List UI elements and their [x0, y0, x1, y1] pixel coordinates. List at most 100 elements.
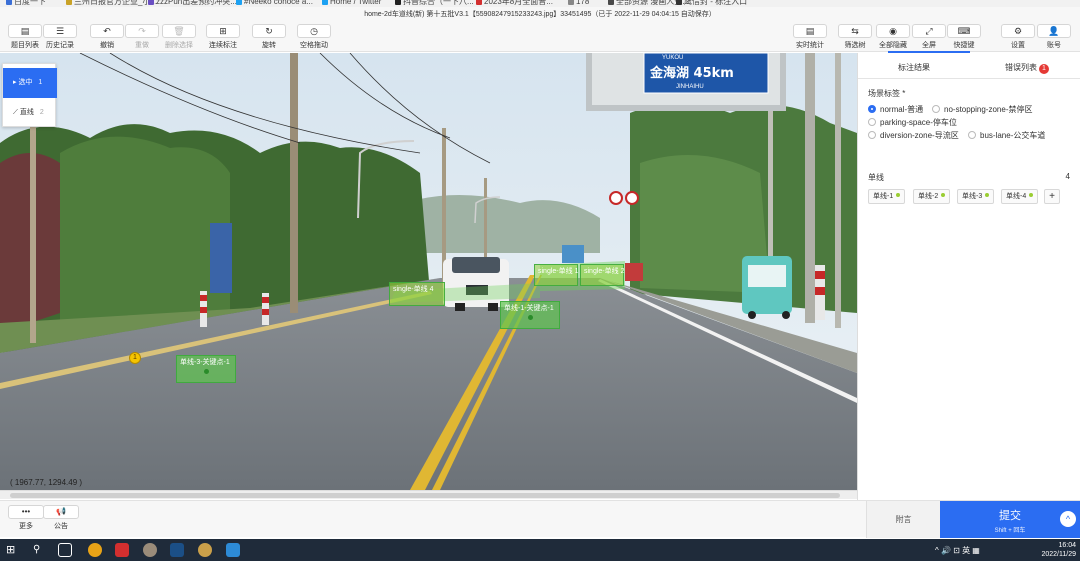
scene-radio-normal[interactable]: normal-普通 — [868, 104, 923, 115]
undo-icon: ↶ — [90, 24, 124, 38]
bookmark-label: zzzPun出差预约冲突... — [156, 0, 237, 6]
notice-button[interactable]: 📢 公告 — [43, 505, 79, 531]
tool-line[interactable]: ⟋ 直线 2 — [3, 98, 57, 128]
bookmark-item[interactable]: 2023年8月全面普... — [476, 0, 553, 7]
lane-label-text: 单线-3-关键点-1 — [180, 359, 230, 366]
filter-icon: ⇆ — [838, 24, 872, 38]
chip-label: 单线-4 — [1006, 193, 1027, 200]
wps-icon[interactable] — [115, 543, 129, 557]
steam-icon[interactable] — [170, 543, 184, 557]
point-marker[interactable]: 1 — [129, 352, 141, 364]
right-panel: 标注结果 错误列表 1 场景标签 * normal-普通 no-stopping-… — [857, 51, 1080, 501]
filter-tree-button[interactable]: ⇆ 筛选树 — [838, 24, 872, 50]
clock-date: 2022/11/29 — [1041, 551, 1076, 558]
search-icon[interactable]: ⚲ — [33, 543, 47, 557]
button-label: 旋转 — [262, 42, 276, 49]
tool-count: 2 — [39, 109, 44, 116]
space-drag-button[interactable]: ◷ 空格拖动 — [297, 24, 331, 50]
bookmark-item[interactable]: 百度一下 — [6, 0, 46, 7]
scrollbar-thumb[interactable] — [10, 493, 840, 498]
lane-label-box[interactable]: single-单线 1 — [534, 264, 578, 286]
keypoint-dot[interactable] — [203, 369, 209, 374]
app-icon[interactable] — [143, 543, 157, 557]
windows-start-icon[interactable]: ⊞ — [6, 543, 20, 557]
history-button[interactable]: ☰ 历史记录 — [43, 24, 77, 50]
bottom-bar: ••• 更多 📢 公告 附言 提交 Shift + 回车 ^ — [0, 500, 1080, 538]
undo-button[interactable]: ↶ 撤销 — [90, 24, 124, 50]
bookmark-item[interactable]: 178 — [568, 0, 589, 7]
note-button[interactable]: 附言 — [866, 501, 940, 538]
bookmark-favicon-icon — [568, 0, 574, 5]
hide-all-button[interactable]: ◉ 全部隐藏 — [876, 24, 910, 50]
delete-selection-button[interactable]: 🗑 删除选择 — [162, 24, 196, 50]
bookmark-item[interactable]: 抖音综合（一下八... — [395, 0, 474, 7]
line-chip[interactable]: 单线-1 — [868, 189, 906, 204]
scene-radio-no-stopping[interactable]: no-stopping-zone-禁停区 — [932, 104, 1032, 115]
bookmark-item[interactable]: #Neeko conoce a... — [236, 0, 313, 7]
tool-panel: ▸ 选中 1 ⟋ 直线 2 — [2, 63, 57, 128]
button-label: 设置 — [1011, 42, 1025, 49]
button-label: 公告 — [54, 523, 68, 530]
rotate-button[interactable]: ↻ 旋转 — [252, 24, 286, 50]
chevron-up-icon[interactable]: ^ — [1060, 511, 1076, 527]
chip-label: 单线-2 — [918, 193, 939, 200]
lane-label-text: single-单线 4 — [393, 286, 434, 293]
tab-error-list[interactable]: 错误列表 1 — [1005, 62, 1049, 74]
bookmark-item[interactable]: 兰州日报官方企业_小... — [66, 0, 157, 7]
lane-label-box[interactable]: single-单线 4 — [389, 282, 445, 306]
keypoint-dot[interactable] — [527, 315, 533, 320]
lane-label-box[interactable]: single-单线 2 — [580, 264, 624, 286]
fullscreen-button[interactable]: ⤢ 全屏 — [912, 24, 946, 50]
lines-title: 单线 — [868, 173, 884, 182]
button-label: 全屏 — [922, 42, 936, 49]
continuous-annotate-button[interactable]: ⊞ 连续标注 — [206, 24, 240, 50]
button-label: 快捷键 — [953, 42, 975, 49]
line-chip[interactable]: 单线-4 — [1001, 189, 1039, 204]
cursor-coordinate: ( 1967.77, 1294.49 ) — [10, 478, 83, 487]
app-title: home-2d车道线(新) 第十五批V3.1【55908247915233243… — [364, 11, 716, 18]
bookmark-item[interactable]: 鹰信封 - 标注入口 — [676, 0, 747, 7]
submit-label: 提交 — [999, 510, 1021, 522]
system-tray-icons[interactable]: ^ 🔊 ⊡ 英 ▦ — [935, 545, 980, 556]
line-chip[interactable]: 单线-2 — [913, 189, 951, 204]
radio-circle — [868, 131, 876, 139]
settings-button[interactable]: ⚙ 设置 — [1001, 24, 1035, 50]
user-icon: 👤 — [1037, 24, 1071, 38]
tool-select[interactable]: ▸ 选中 1 — [3, 68, 57, 98]
sign-bottom-text: JINHAIHU — [676, 84, 704, 90]
game-icon[interactable] — [198, 543, 212, 557]
button-label: 筛选树 — [844, 42, 866, 49]
account-button[interactable]: 👤 账号 — [1037, 24, 1071, 50]
shortcuts-button[interactable]: ⌨ 快捷键 — [947, 24, 981, 50]
more-button[interactable]: ••• 更多 — [8, 505, 44, 531]
add-line-button[interactable]: + — [1044, 189, 1060, 204]
status-dot — [985, 193, 990, 197]
scene-radio-diversion[interactable]: diversion-zone-导流区 — [868, 130, 959, 141]
button-label: 账号 — [1047, 42, 1061, 49]
task-view-icon[interactable] — [58, 543, 72, 557]
chip-label: 单线-1 — [873, 193, 894, 200]
lane-label-box[interactable]: 单线-3-关键点-1 — [176, 355, 236, 383]
radio-label: parking-space-停车位 — [880, 118, 957, 127]
grid-icon: ⊞ — [206, 24, 240, 38]
cursor-icon: ▸ — [13, 79, 17, 86]
bookmark-label: #Neeko conoce a... — [244, 0, 313, 6]
canvas-horizontal-scrollbar[interactable] — [0, 490, 857, 499]
chrome-icon[interactable] — [88, 543, 102, 557]
scene-radio-bus-lane[interactable]: bus-lane-公交车道 — [968, 130, 1045, 141]
annotation-canvas[interactable]: YUKOU 金海湖 45km JINHAIHU 1 单线-3-关键点-1 单线-… — [0, 53, 857, 490]
submit-button[interactable]: 提交 Shift + 回车 ^ — [940, 501, 1080, 538]
lane-label-box[interactable]: 单线-1-关键点-1 — [500, 301, 560, 329]
line-chip[interactable]: 单线-3 — [957, 189, 995, 204]
question-list-button[interactable]: ▤ 题目列表 — [8, 24, 42, 50]
redo-button[interactable]: ↷ 重做 — [125, 24, 159, 50]
scene-radio-parking[interactable]: parking-space-停车位 — [868, 117, 957, 128]
clock[interactable]: 16:04 2022/11/29 — [1041, 541, 1076, 559]
scene-tag-title: 场景标签 * — [868, 89, 906, 98]
bookmark-item[interactable]: zzzPun出差预约冲突... — [148, 0, 237, 7]
tab-annotation-results[interactable]: 标注结果 — [898, 62, 930, 73]
app-icon[interactable] — [226, 543, 240, 557]
realtime-stats-button[interactable]: ▤ 实时统计 — [793, 24, 827, 50]
bookmarks-bar: 百度一下 兰州日报官方企业_小... zzzPun出差预约冲突... #Neeko c… — [0, 0, 1080, 7]
bookmark-item[interactable]: Home / Twitter — [322, 0, 381, 7]
